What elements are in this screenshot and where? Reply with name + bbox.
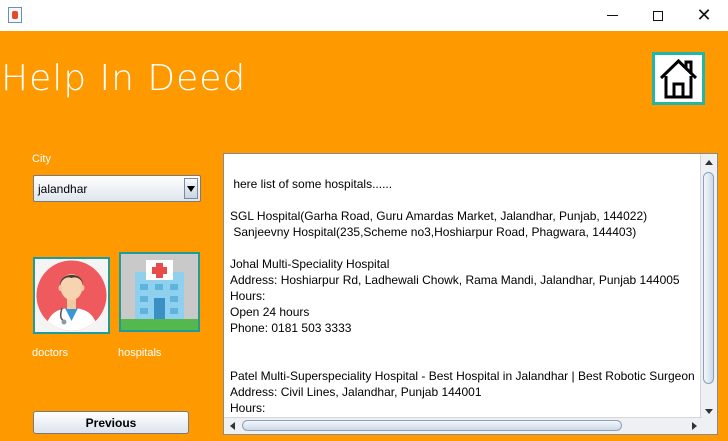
main-panel: Help In Deed City jalandhar doctors hosp…: [0, 31, 728, 441]
city-selected-value: jalandhar: [38, 181, 88, 196]
close-icon: ✕: [696, 4, 712, 26]
hospital-info-textarea[interactable]: here list of some hospitals...... SGL Ho…: [223, 153, 718, 435]
scrollbar-corner: [701, 418, 717, 434]
hospitals-label: hospitals: [118, 347, 162, 359]
java-app-icon: [8, 7, 22, 23]
previous-button[interactable]: Previous: [33, 411, 189, 434]
hospitals-tile-button[interactable]: [119, 252, 200, 332]
minimize-button[interactable]: [589, 0, 635, 31]
hospital-info-text[interactable]: here list of some hospitals...... SGL Ho…: [230, 176, 695, 416]
vertical-scrollbar[interactable]: [700, 154, 717, 419]
city-label: City: [32, 153, 51, 165]
chevron-down-icon[interactable]: [184, 178, 198, 199]
close-button[interactable]: ✕: [681, 0, 727, 31]
scroll-right-arrow-icon[interactable]: [686, 418, 702, 434]
app-title: Help In Deed: [1, 58, 247, 99]
scroll-left-arrow-icon[interactable]: [224, 418, 240, 434]
home-icon: [659, 58, 698, 99]
hospital-icon: [121, 254, 198, 330]
horizontal-scroll-thumb[interactable]: [242, 420, 622, 431]
home-button[interactable]: [652, 52, 705, 105]
city-dropdown[interactable]: jalandhar: [33, 175, 201, 202]
doctor-icon: [36, 260, 107, 331]
scroll-down-arrow-icon[interactable]: [701, 403, 717, 419]
maximize-icon: [653, 10, 663, 21]
doctors-tile-button[interactable]: [33, 257, 110, 334]
doctors-label: doctors: [32, 347, 69, 359]
minimize-icon: [606, 15, 618, 16]
window-titlebar: ✕: [0, 0, 728, 31]
horizontal-scrollbar[interactable]: [224, 417, 702, 434]
vertical-scroll-thumb[interactable]: [703, 172, 714, 384]
maximize-button[interactable]: [635, 0, 681, 31]
scroll-up-arrow-icon[interactable]: [701, 154, 717, 170]
